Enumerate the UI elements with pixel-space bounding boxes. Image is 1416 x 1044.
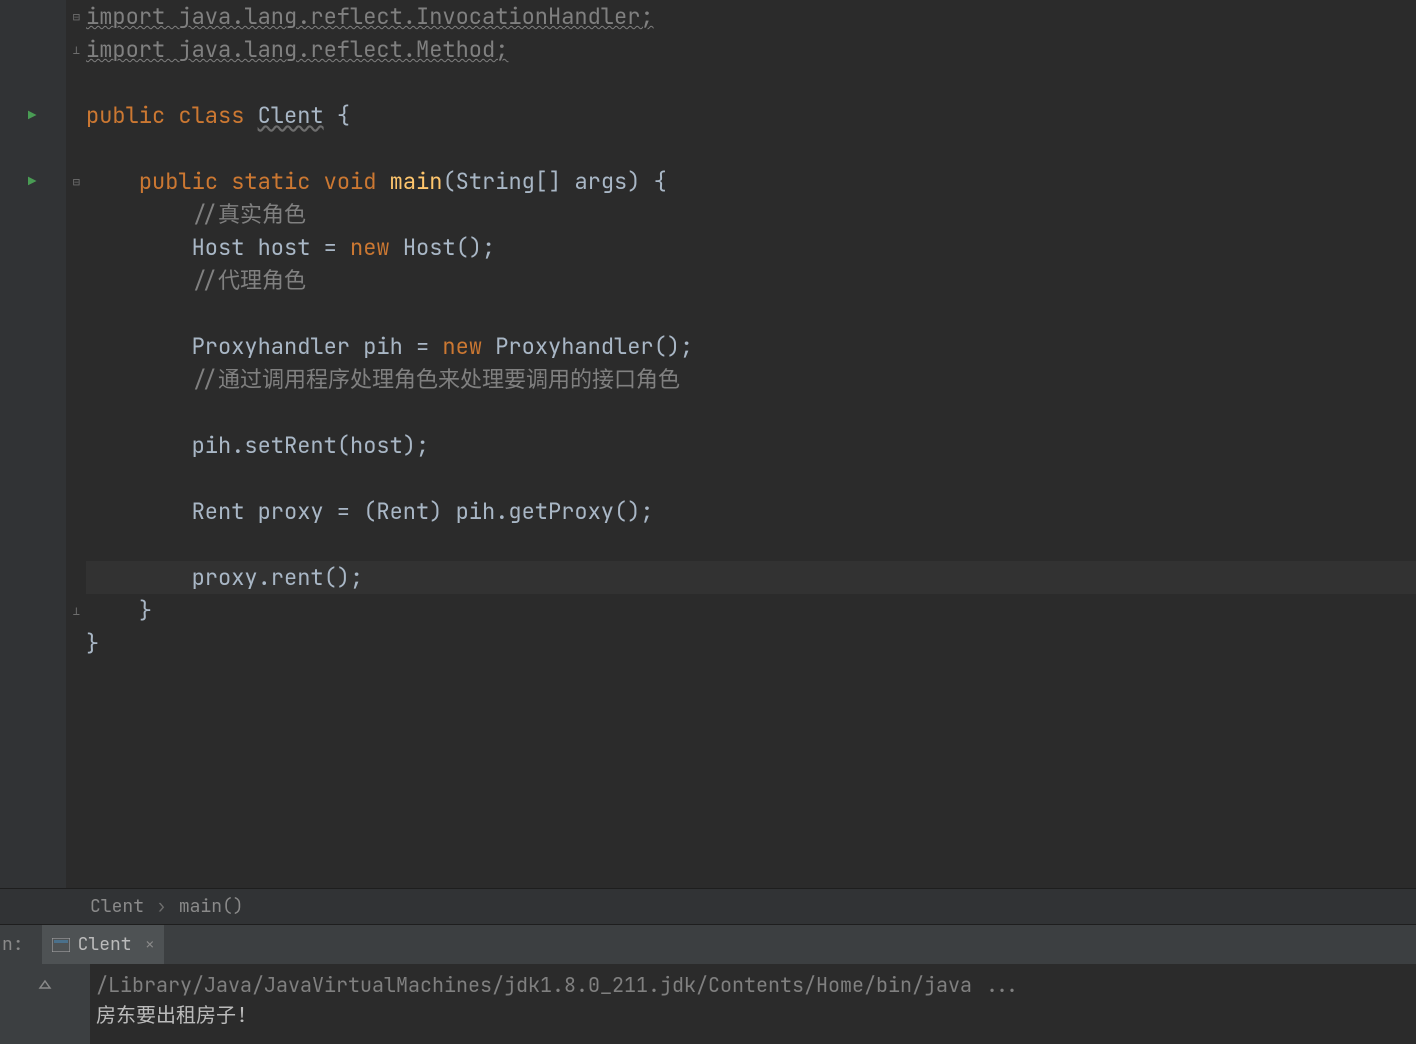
import-statement: import java.lang.reflect.InvocationHandl…	[86, 2, 654, 31]
code-text: Proxyhandler pih =	[192, 332, 443, 361]
console-output[interactable]: /Library/Java/JavaVirtualMachines/jdk1.8…	[90, 964, 1416, 1044]
brace: {	[324, 101, 350, 130]
run-label: n:	[0, 933, 34, 956]
gutter: ⊟ ⊥ ▶ ▶⊟ ⊥	[0, 0, 66, 888]
comment: //代理角色	[192, 266, 306, 295]
breadcrumb-class[interactable]: Clent	[90, 895, 144, 918]
keyword: void	[324, 167, 390, 196]
run-panel-header: n: Clent ✕	[0, 924, 1416, 964]
run-tab[interactable]: Clent ✕	[42, 925, 164, 964]
terminal-icon	[52, 936, 70, 954]
method-args: (String[] args) {	[442, 167, 666, 196]
scroll-button[interactable]	[31, 1010, 59, 1038]
comment: //通过调用程序处理角色来处理要调用的接口角色	[192, 365, 680, 394]
code-text: Host host =	[192, 233, 350, 262]
keyword: public static	[139, 167, 324, 196]
breadcrumb: Clent › main()	[0, 888, 1416, 924]
chevron-right-icon: ›	[156, 895, 167, 918]
keyword: public class	[86, 101, 258, 130]
keyword: new	[350, 233, 390, 262]
console-text: 房东要出租房子!	[96, 1000, 1410, 1030]
import-statement: import java.lang.reflect.Method;	[86, 35, 508, 64]
console-toolbar	[0, 964, 90, 1044]
code-text: Rent proxy = (Rent) pih.getProxy();	[192, 497, 654, 526]
console-area: /Library/Java/JavaVirtualMachines/jdk1.8…	[0, 964, 1416, 1044]
brace: }	[139, 596, 152, 625]
breadcrumb-method[interactable]: main()	[179, 895, 244, 918]
class-name: Clent	[258, 101, 324, 130]
run-tab-name: Clent	[78, 933, 132, 956]
keyword: new	[442, 332, 482, 361]
console-path: /Library/Java/JavaVirtualMachines/jdk1.8…	[96, 970, 1410, 1000]
comment: //真实角色	[192, 200, 306, 229]
code-area[interactable]: import java.lang.reflect.InvocationHandl…	[66, 0, 1416, 888]
run-gutter-icon[interactable]: ▶	[28, 173, 36, 191]
up-arrow-icon[interactable]	[31, 972, 59, 1000]
run-gutter-icon[interactable]: ▶	[28, 107, 36, 125]
code-text: Proxyhandler();	[482, 332, 693, 361]
close-icon[interactable]: ✕	[146, 936, 154, 954]
editor-area: ⊟ ⊥ ▶ ▶⊟ ⊥ import java.lang.reflect.Invo…	[0, 0, 1416, 888]
code-text: Host();	[390, 233, 496, 262]
code-text: proxy.rent();	[192, 563, 364, 592]
code-text: pih.setRent(host);	[192, 431, 430, 460]
method-name: main	[390, 167, 443, 196]
brace: }	[86, 629, 99, 658]
